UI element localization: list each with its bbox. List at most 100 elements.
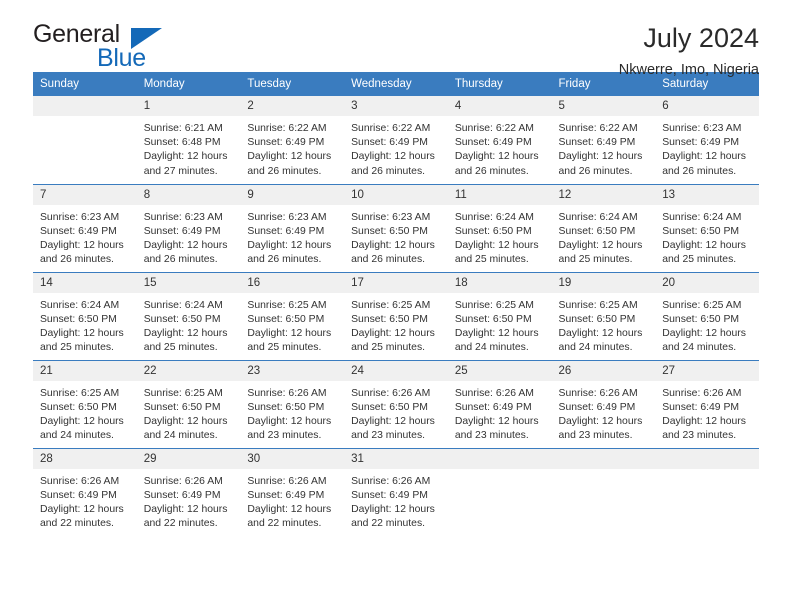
daylight-text-line1: Daylight: 12 hours <box>351 327 435 339</box>
calendar-day-cell[interactable]: 25 Sunrise: 6:26 AM Sunset: 6:49 PM Dayligh… <box>447 359 552 448</box>
calendar-day-cell[interactable]: 26 Sunrise: 6:26 AM Sunset: 6:49 PM Dayligh… <box>551 359 656 448</box>
calendar-page: General Blue July 2024 Nkwerre, Imo, Nig… <box>0 0 792 612</box>
daylight-text-line2: and 26 minutes. <box>351 165 426 177</box>
daylight-text-line2: and 26 minutes. <box>454 165 529 177</box>
weekday-header-wednesday: Wednesday <box>344 72 448 96</box>
daylight-text-line2: and 23 minutes. <box>454 430 529 442</box>
calendar-day-cell[interactable]: 16 Sunrise: 6:25 AM Sunset: 6:50 PM Dayligh… <box>240 271 345 360</box>
sunrise-text: Sunrise: 6:23 AM <box>247 211 327 223</box>
calendar-day-cell[interactable]: 21 Sunrise: 6:25 AM Sunset: 6:50 PM Dayligh… <box>33 359 137 448</box>
calendar-day-cell[interactable]: 14 Sunrise: 6:24 AM Sunset: 6:50 PM Dayligh… <box>33 271 137 360</box>
daylight-text-line1: Daylight: 12 hours <box>351 415 435 427</box>
calendar-day-cell[interactable]: 23 Sunrise: 6:26 AM Sunset: 6:50 PM Dayligh… <box>240 359 345 448</box>
sunrise-text: Sunrise: 6:25 AM <box>247 299 327 311</box>
calendar-day-cell[interactable]: 31 Sunrise: 6:26 AM Sunset: 6:49 PM Dayligh… <box>344 447 448 536</box>
sunset-text: Sunset: 6:50 PM <box>662 225 740 237</box>
calendar-week-row: 28 Sunrise: 6:26 AM Sunset: 6:49 PM Dayligh… <box>33 447 759 536</box>
calendar-day-cell[interactable]: 27 Sunrise: 6:26 AM Sunset: 6:49 PM Dayligh… <box>655 359 759 448</box>
daylight-text-line2: and 26 minutes. <box>143 254 218 266</box>
day-details: Sunrise: 6:25 AM Sunset: 6:50 PM Daylight:… <box>655 293 759 356</box>
sunset-text: Sunset: 6:49 PM <box>662 401 740 413</box>
calendar-day-cell[interactable]: 6 Sunrise: 6:23 AM Sunset: 6:49 PM Daylight… <box>655 96 759 184</box>
calendar-day-cell[interactable]: 5 Sunrise: 6:22 AM Sunset: 6:49 PM Daylight… <box>551 96 656 184</box>
calendar-day-cell[interactable]: 10 Sunrise: 6:23 AM Sunset: 6:50 PM Dayligh… <box>344 183 448 272</box>
daylight-text-line1: Daylight: 12 hours <box>40 327 124 339</box>
calendar-day-cell[interactable]: 22 Sunrise: 6:25 AM Sunset: 6:50 PM Dayligh… <box>136 359 241 448</box>
calendar-day-cell[interactable]: 3 Sunrise: 6:22 AM Sunset: 6:49 PM Daylight… <box>344 96 448 184</box>
sunrise-text: Sunrise: 6:22 AM <box>454 123 534 134</box>
calendar-day-cell[interactable]: 24 Sunrise: 6:26 AM Sunset: 6:50 PM Dayligh… <box>344 359 448 448</box>
day-details: Sunrise: 6:26 AM Sunset: 6:49 PM Daylight:… <box>344 469 448 532</box>
sunrise-text: Sunrise: 6:23 AM <box>351 211 431 223</box>
daylight-text-line1: Daylight: 12 hours <box>247 151 332 163</box>
day-details: Sunrise: 6:22 AM Sunset: 6:49 PM Daylight:… <box>240 116 344 179</box>
day-details: Sunrise: 6:25 AM Sunset: 6:50 PM Daylight:… <box>344 293 448 356</box>
daylight-text-line2: and 25 minutes. <box>454 254 529 266</box>
daylight-text-line2: and 24 minutes. <box>454 342 529 354</box>
calendar-day-cell[interactable]: 15 Sunrise: 6:24 AM Sunset: 6:50 PM Dayligh… <box>136 271 241 360</box>
calendar-day-cell[interactable]: 30 Sunrise: 6:26 AM Sunset: 6:49 PM Dayligh… <box>240 447 345 536</box>
day-details: Sunrise: 6:26 AM Sunset: 6:49 PM Daylight:… <box>137 469 241 532</box>
sunrise-text: Sunrise: 6:22 AM <box>351 123 431 134</box>
daylight-text-line2: and 26 minutes. <box>662 165 737 177</box>
calendar-day-cell[interactable]: 18 Sunrise: 6:25 AM Sunset: 6:50 PM Dayligh… <box>447 271 552 360</box>
calendar-body: 1 Sunrise: 6:21 AM Sunset: 6:48 PM Daylight… <box>33 96 759 536</box>
calendar-day-cell[interactable]: 20 Sunrise: 6:25 AM Sunset: 6:50 PM Dayligh… <box>655 271 759 360</box>
day-details: Sunrise: 6:25 AM Sunset: 6:50 PM Daylight:… <box>448 293 552 356</box>
daylight-text-line1: Daylight: 12 hours <box>143 327 228 339</box>
calendar-day-cell[interactable]: 4 Sunrise: 6:22 AM Sunset: 6:49 PM Daylight… <box>447 96 552 184</box>
page-header: General Blue July 2024 Nkwerre, Imo, Nig… <box>33 0 759 79</box>
calendar-day-cell[interactable]: 9 Sunrise: 6:23 AM Sunset: 6:49 PM Daylight… <box>240 183 345 272</box>
sunrise-text: Sunrise: 6:26 AM <box>454 387 534 399</box>
daylight-text-line2: and 26 minutes. <box>247 254 322 266</box>
weekday-header-monday: Monday <box>136 72 241 96</box>
day-number: 19 <box>551 272 656 293</box>
daylight-text-line2: and 22 minutes. <box>351 518 426 530</box>
daylight-text-line2: and 25 minutes. <box>40 342 114 354</box>
daylight-text-line1: Daylight: 12 hours <box>454 151 539 163</box>
sunset-text: Sunset: 6:50 PM <box>143 401 221 413</box>
day-details: Sunrise: 6:22 AM Sunset: 6:49 PM Daylight:… <box>552 116 656 179</box>
calendar-day-cell[interactable]: 19 Sunrise: 6:25 AM Sunset: 6:50 PM Dayligh… <box>551 271 656 360</box>
daylight-text-line2: and 26 minutes. <box>40 254 114 266</box>
calendar-day-cell[interactable]: 28 Sunrise: 6:26 AM Sunset: 6:49 PM Dayligh… <box>33 447 137 536</box>
daylight-text-line2: and 27 minutes. <box>143 165 218 177</box>
day-details: Sunrise: 6:23 AM Sunset: 6:49 PM Daylight:… <box>655 116 759 179</box>
daylight-text-line2: and 24 minutes. <box>558 342 633 354</box>
calendar-day-cell[interactable]: 13 Sunrise: 6:24 AM Sunset: 6:50 PM Dayligh… <box>655 183 759 272</box>
day-number: 31 <box>344 448 448 469</box>
sunset-text: Sunset: 6:49 PM <box>247 137 325 149</box>
day-number: 29 <box>136 448 241 469</box>
sunset-text: Sunset: 6:49 PM <box>662 137 740 149</box>
day-number <box>33 96 137 116</box>
sunset-text: Sunset: 6:49 PM <box>40 225 117 237</box>
day-details: Sunrise: 6:24 AM Sunset: 6:50 PM Daylight:… <box>33 293 137 356</box>
day-number: 27 <box>655 360 759 381</box>
daylight-text-line2: and 24 minutes. <box>662 342 737 354</box>
calendar-day-cell[interactable]: 2 Sunrise: 6:22 AM Sunset: 6:49 PM Daylight… <box>240 96 345 184</box>
calendar-day-cell[interactable]: 29 Sunrise: 6:26 AM Sunset: 6:49 PM Dayligh… <box>136 447 241 536</box>
calendar-day-cell[interactable]: 8 Sunrise: 6:23 AM Sunset: 6:49 PM Daylight… <box>136 183 241 272</box>
day-number: 30 <box>240 448 345 469</box>
calendar-day-cell[interactable]: 12 Sunrise: 6:24 AM Sunset: 6:50 PM Dayligh… <box>551 183 656 272</box>
daylight-text-line1: Daylight: 12 hours <box>143 503 228 515</box>
daylight-text-line1: Daylight: 12 hours <box>143 415 228 427</box>
calendar-day-cell[interactable]: 17 Sunrise: 6:25 AM Sunset: 6:50 PM Dayligh… <box>344 271 448 360</box>
sunrise-text: Sunrise: 6:26 AM <box>143 475 223 487</box>
day-number <box>551 448 656 469</box>
day-number: 14 <box>33 272 137 293</box>
calendar-day-cell[interactable]: 7 Sunrise: 6:23 AM Sunset: 6:49 PM Daylight… <box>33 183 137 272</box>
day-details: Sunrise: 6:25 AM Sunset: 6:50 PM Daylight:… <box>552 293 656 356</box>
daylight-text-line2: and 23 minutes. <box>351 430 426 442</box>
daylight-text-line2: and 23 minutes. <box>662 430 737 442</box>
day-number: 4 <box>447 96 552 116</box>
calendar-day-cell[interactable]: 11 Sunrise: 6:24 AM Sunset: 6:50 PM Dayligh… <box>447 183 552 272</box>
day-number: 26 <box>551 360 656 381</box>
calendar-day-cell[interactable]: 1 Sunrise: 6:21 AM Sunset: 6:48 PM Daylight… <box>136 96 241 184</box>
calendar-week-row: 1 Sunrise: 6:21 AM Sunset: 6:48 PM Daylight… <box>33 96 759 184</box>
general-blue-logo[interactable]: General Blue <box>33 22 213 74</box>
sunset-text: Sunset: 6:49 PM <box>351 137 428 149</box>
sunrise-text: Sunrise: 6:26 AM <box>247 387 327 399</box>
day-details: Sunrise: 6:23 AM Sunset: 6:50 PM Daylight:… <box>344 205 448 268</box>
sunrise-text: Sunrise: 6:26 AM <box>247 475 327 487</box>
